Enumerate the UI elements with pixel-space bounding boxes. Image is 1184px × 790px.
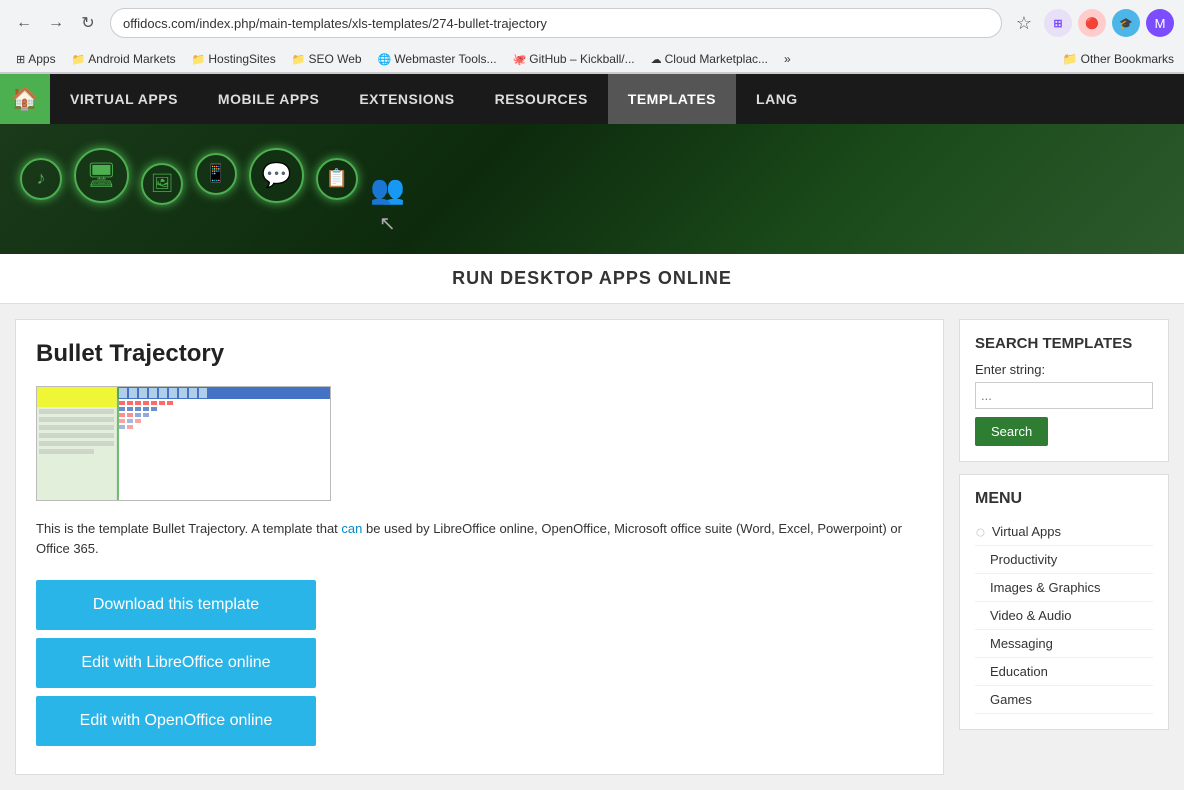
nav-resources[interactable]: RESOURCES xyxy=(475,74,608,124)
hero-cursor-icon: ↖ xyxy=(379,211,396,236)
nav-extensions[interactable]: EXTENSIONS xyxy=(339,74,474,124)
template-title: Bullet Trajectory xyxy=(36,340,923,368)
video-audio-label: Video & Audio xyxy=(990,608,1071,623)
edit-openoffice-button[interactable]: Edit with OpenOffice online xyxy=(36,696,316,746)
browser-toolbar: ← → ↻ ☆ ⊞ 🔴 🎓 M xyxy=(0,0,1184,46)
home-button[interactable]: 🏠 xyxy=(0,74,50,124)
seo-folder-icon: 📁 xyxy=(292,53,306,66)
search-box: SEARCH TEMPLATES Enter string: Search xyxy=(959,319,1169,462)
menu-item-productivity[interactable]: Productivity xyxy=(975,546,1153,574)
template-description: This is the template Bullet Trajectory. … xyxy=(36,519,923,558)
apps-icon: ⊞ xyxy=(16,53,25,66)
address-bar[interactable] xyxy=(110,8,1002,38)
bookmark-seo[interactable]: 📁 SEO Web xyxy=(286,50,368,68)
education-label: Education xyxy=(990,664,1048,679)
bookmark-android-label: Android Markets xyxy=(88,52,175,66)
back-button[interactable]: ← xyxy=(10,9,38,37)
menu-box: MENU ○ Virtual Apps Productivity Images … xyxy=(959,474,1169,730)
extension-icon-3[interactable]: 🎓 xyxy=(1112,9,1140,37)
hero-phone-icon: 📱 xyxy=(195,153,237,195)
menu-title: MENU xyxy=(975,490,1153,508)
search-templates-title: SEARCH TEMPLATES xyxy=(975,335,1153,352)
menu-item-messaging[interactable]: Messaging xyxy=(975,630,1153,658)
forward-button[interactable]: → xyxy=(42,9,70,37)
extension-icon-1[interactable]: ⊞ xyxy=(1044,9,1072,37)
cloud-icon: ☁ xyxy=(651,53,662,66)
hero-banner: ♪ 🖥 🖼 📱 💬 📋 👥 ↖ xyxy=(0,124,1184,254)
bookmark-github-label: GitHub – Kickball/... xyxy=(529,52,634,66)
bookmark-webmaster-label: Webmaster Tools... xyxy=(394,52,496,66)
browser-icons: ☆ ⊞ 🔴 🎓 M xyxy=(1010,9,1174,37)
menu-item-games[interactable]: Games xyxy=(975,686,1153,714)
nav-lang[interactable]: LANG xyxy=(736,74,818,124)
github-icon: 🐙 xyxy=(513,53,527,66)
bookmark-star-icon[interactable]: ☆ xyxy=(1010,9,1038,37)
hero-music-icon: ♪ xyxy=(20,158,62,200)
hero-image-icon: 🖼 xyxy=(141,163,183,205)
menu-item-virtual-apps[interactable]: ○ Virtual Apps xyxy=(975,518,1153,546)
bookmark-seo-label: SEO Web xyxy=(308,52,361,66)
android-folder-icon: 📁 xyxy=(72,53,86,66)
bookmark-webmaster[interactable]: 🌐 Webmaster Tools... xyxy=(372,50,503,68)
extension-icon-2[interactable]: 🔴 xyxy=(1078,9,1106,37)
hosting-folder-icon: 📁 xyxy=(192,53,206,66)
menu-item-images-graphics[interactable]: Images & Graphics xyxy=(975,574,1153,602)
main-container: Bullet Trajectory xyxy=(0,304,1184,790)
hero-tablet-icon: 📋 xyxy=(316,158,358,200)
nav-menu: VIRTUAL APPS MOBILE APPS EXTENSIONS RESO… xyxy=(50,74,818,124)
bookmark-cloud-label: Cloud Marketplac... xyxy=(665,52,768,66)
nav-buttons: ← → ↻ xyxy=(10,9,102,37)
games-label: Games xyxy=(990,692,1032,707)
user-avatar[interactable]: M xyxy=(1146,9,1174,37)
hero-people-icon: 👥 xyxy=(370,173,405,206)
messaging-label: Messaging xyxy=(990,636,1053,651)
menu-item-education[interactable]: Education xyxy=(975,658,1153,686)
other-bookmarks-folder-icon: 📁 xyxy=(1063,52,1078,66)
bookmark-hosting[interactable]: 📁 HostingSites xyxy=(186,50,282,68)
top-nav: 🏠 VIRTUAL APPS MOBILE APPS EXTENSIONS RE… xyxy=(0,74,1184,124)
menu-item-video-audio[interactable]: Video & Audio xyxy=(975,602,1153,630)
bookmark-hosting-label: HostingSites xyxy=(208,52,275,66)
bookmarks-bar: ⊞ Apps 📁 Android Markets 📁 HostingSites … xyxy=(0,46,1184,73)
hero-monitor-icon: 🖥 xyxy=(74,148,129,203)
other-bookmarks[interactable]: 📁 Other Bookmarks xyxy=(1063,52,1174,66)
more-bookmarks-button[interactable]: » xyxy=(778,50,797,68)
bookmark-apps[interactable]: ⊞ Apps xyxy=(10,50,62,68)
search-button[interactable]: Search xyxy=(975,417,1048,446)
hero-chat-icon: 💬 xyxy=(249,148,304,203)
nav-mobile-apps[interactable]: MOBILE APPS xyxy=(198,74,339,124)
bookmark-apps-label: Apps xyxy=(28,52,55,66)
nav-virtual-apps[interactable]: VIRTUAL APPS xyxy=(50,74,198,124)
bookmark-github[interactable]: 🐙 GitHub – Kickball/... xyxy=(507,50,641,68)
webmaster-icon: 🌐 xyxy=(378,53,392,66)
images-graphics-label: Images & Graphics xyxy=(990,580,1101,595)
edit-libreoffice-button[interactable]: Edit with LibreOffice online xyxy=(36,638,316,688)
download-button[interactable]: Download this template xyxy=(36,580,316,630)
browser-chrome: ← → ↻ ☆ ⊞ 🔴 🎓 M ⊞ Apps 📁 Android Markets… xyxy=(0,0,1184,74)
bookmark-cloud[interactable]: ☁ Cloud Marketplac... xyxy=(645,50,774,68)
nav-templates[interactable]: TEMPLATES xyxy=(608,74,736,124)
virtual-apps-label: Virtual Apps xyxy=(992,524,1061,539)
other-bookmarks-label: Other Bookmarks xyxy=(1081,52,1174,66)
productivity-label: Productivity xyxy=(990,552,1057,567)
preview-svg xyxy=(37,387,331,501)
home-icon: 🏠 xyxy=(11,86,38,112)
template-preview xyxy=(36,386,331,501)
refresh-button[interactable]: ↻ xyxy=(74,9,102,37)
search-input[interactable] xyxy=(975,382,1153,409)
page-title: RUN DESKTOP APPS ONLINE xyxy=(0,254,1184,304)
bookmark-android[interactable]: 📁 Android Markets xyxy=(66,50,182,68)
search-label: Enter string: xyxy=(975,362,1153,377)
